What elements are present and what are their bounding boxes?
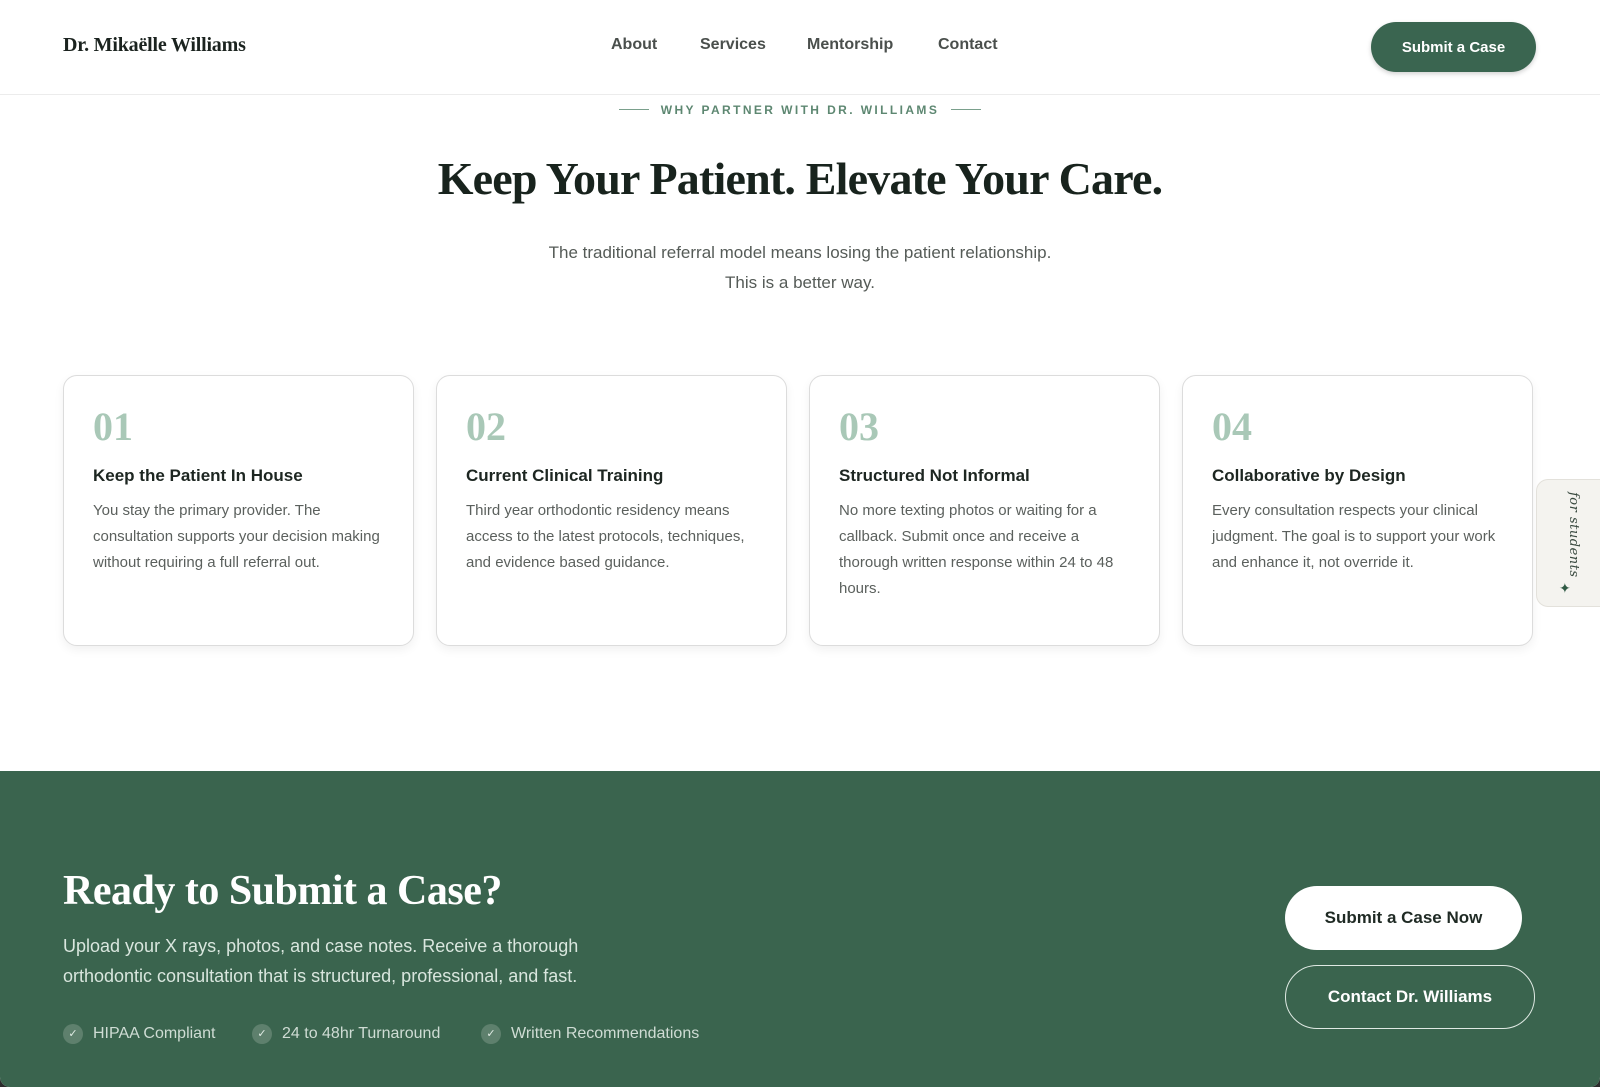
submit-case-header-button[interactable]: Submit a Case xyxy=(1371,22,1536,72)
card-title: Structured Not Informal xyxy=(839,466,1030,485)
card-title: Current Clinical Training xyxy=(466,466,664,485)
site-header: Dr. Mikaëlle Williams About Services Men… xyxy=(0,0,1600,95)
submit-case-now-button[interactable]: Submit a Case Now xyxy=(1285,886,1522,950)
for-students-label: for students xyxy=(1566,492,1581,578)
benefit-card: 02 Current Clinical Training Third year … xyxy=(436,375,787,646)
card-number: 04 xyxy=(1212,404,1252,449)
benefit-card: 01 Keep the Patient In House You stay th… xyxy=(63,375,414,646)
subtitle-line-1: The traditional referral model means los… xyxy=(548,243,1052,262)
card-body: Third year orthodontic residency means a… xyxy=(466,502,745,571)
card-number: 03 xyxy=(839,404,879,449)
trust-badge: ✓ Written Recommendations xyxy=(481,1024,699,1044)
eyebrow-divider-right xyxy=(951,109,982,111)
trust-badge-label: 24 to 48hr Turnaround xyxy=(282,1025,441,1043)
check-icon: ✓ xyxy=(63,1024,83,1044)
card-body: No more texting photos or waiting for a … xyxy=(839,502,1114,597)
check-icon: ✓ xyxy=(252,1024,272,1044)
card-body: Every consultation respects your clinica… xyxy=(1212,502,1496,571)
nav-link-services[interactable]: Services xyxy=(700,36,766,54)
page: Dr. Mikaëlle Williams About Services Men… xyxy=(0,0,1600,1087)
main-nav: About Services Mentorship Contact xyxy=(0,36,1600,60)
section-subtitle: The traditional referral model means los… xyxy=(0,238,1600,298)
benefit-cards: 01 Keep the Patient In House You stay th… xyxy=(63,375,1535,649)
trust-badge: ✓ 24 to 48hr Turnaround xyxy=(252,1024,440,1044)
card-body: You stay the primary provider. The consu… xyxy=(93,502,380,571)
trust-badge-label: Written Recommendations xyxy=(511,1025,700,1043)
benefit-card: 03 Structured Not Informal No more texti… xyxy=(809,375,1160,646)
trust-badge-label: HIPAA Compliant xyxy=(93,1025,216,1043)
nav-link-about[interactable]: About xyxy=(611,36,657,54)
check-icon: ✓ xyxy=(481,1024,501,1044)
eyebrow-text: WHY PARTNER WITH DR. WILLIAMS xyxy=(660,103,940,117)
trust-badge: ✓ HIPAA Compliant xyxy=(63,1024,215,1044)
eyebrow-divider-left xyxy=(618,109,649,111)
cta-title: Ready to Submit a Case? xyxy=(63,868,502,914)
nav-link-contact[interactable]: Contact xyxy=(938,36,998,54)
section-title: Keep Your Patient. Elevate Your Care. xyxy=(437,153,1163,204)
card-title: Keep the Patient In House xyxy=(93,466,303,485)
benefit-card: 04 Collaborative by Design Every consult… xyxy=(1182,375,1533,646)
sparkle-icon: ✦ xyxy=(1559,580,1571,596)
section-eyebrow: WHY PARTNER WITH DR. WILLIAMS xyxy=(0,103,1600,117)
card-title: Collaborative by Design xyxy=(1212,466,1406,485)
contact-button[interactable]: Contact Dr. Williams xyxy=(1285,965,1535,1029)
card-number: 01 xyxy=(93,404,133,449)
subtitle-line-2: This is a better way. xyxy=(725,273,875,292)
nav-link-mentorship[interactable]: Mentorship xyxy=(807,36,893,54)
card-number: 02 xyxy=(466,404,506,449)
for-students-tab[interactable]: for students ✦ xyxy=(1536,479,1600,607)
cta-description: Upload your X rays, photos, and case not… xyxy=(63,936,579,986)
cta-section: Ready to Submit a Case? Upload your X ra… xyxy=(0,771,1600,1087)
